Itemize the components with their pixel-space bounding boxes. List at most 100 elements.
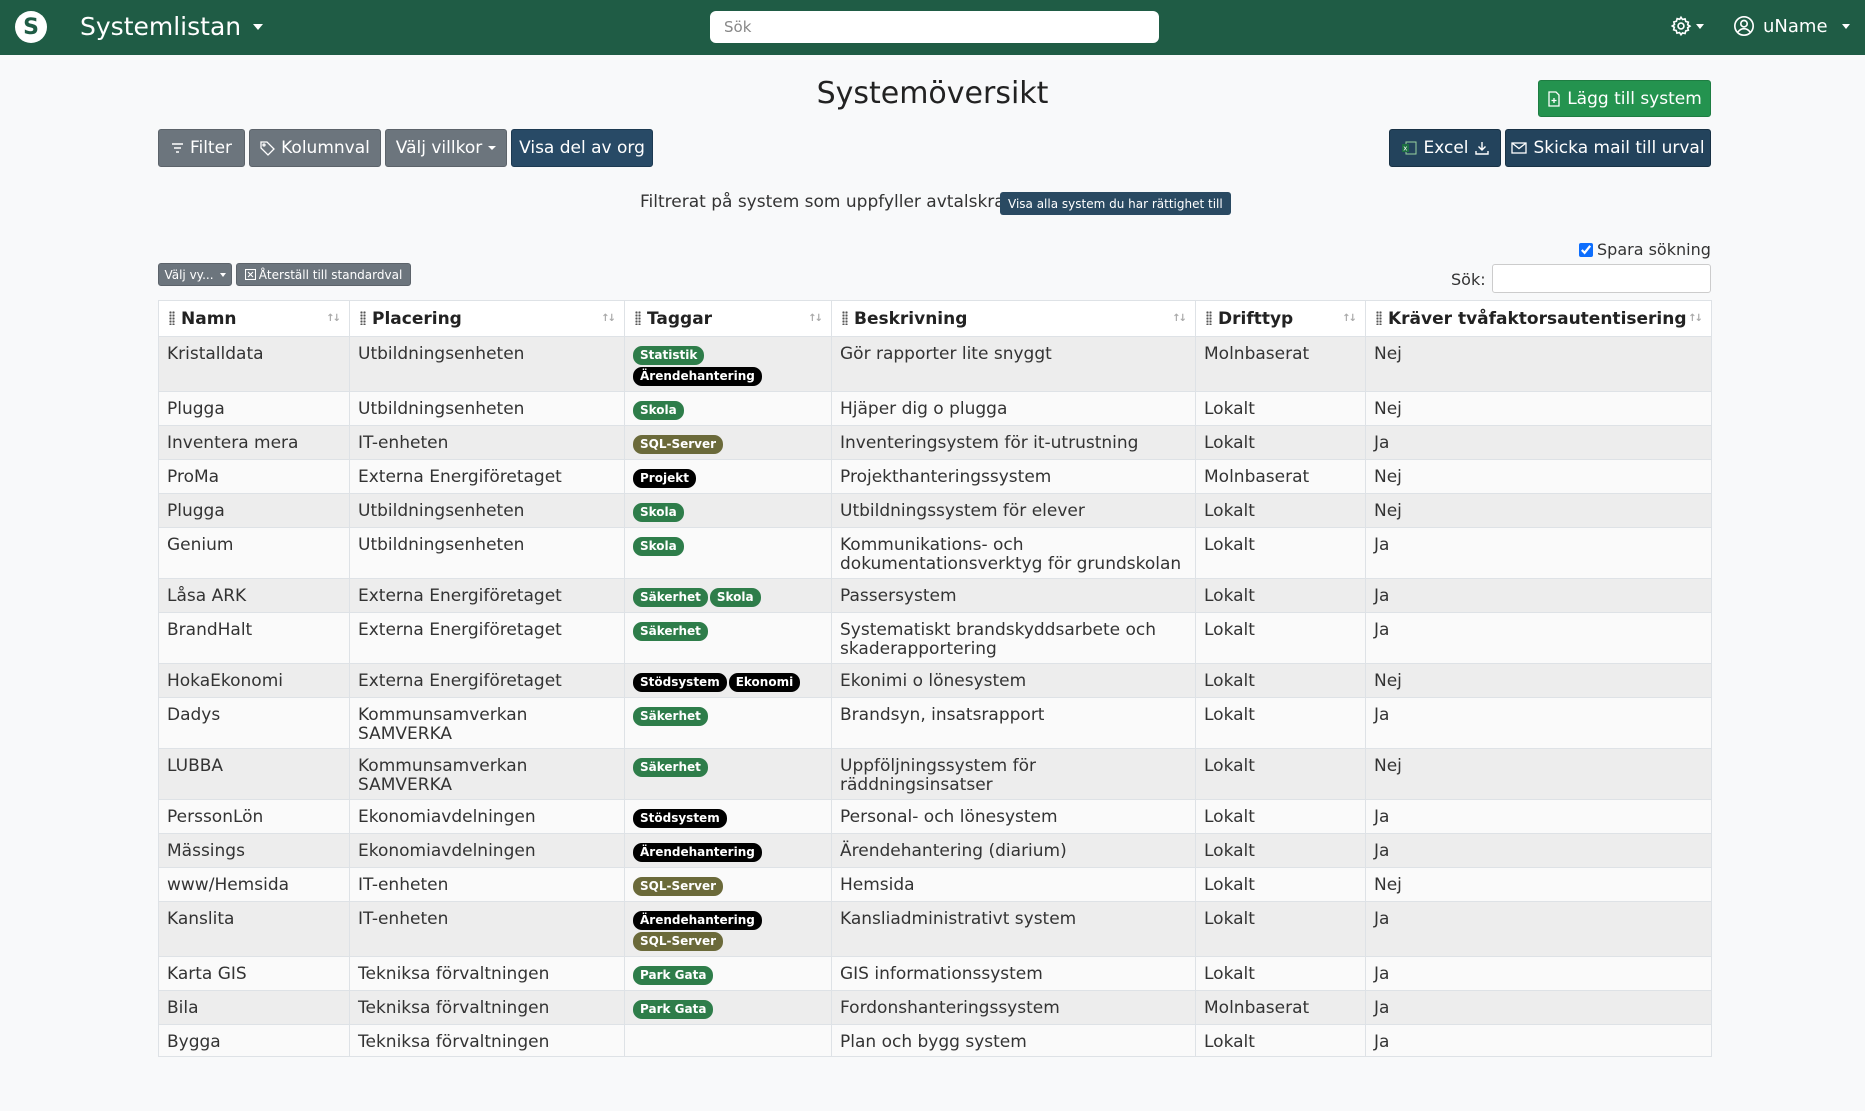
table-search-input[interactable] (1492, 264, 1711, 293)
sort-icon[interactable]: ↑↓ (808, 313, 823, 324)
save-search-checkbox[interactable] (1579, 242, 1593, 257)
table-row[interactable]: Låsa ARK Externa Energiföretaget Säkerhet S… (158, 578, 1712, 613)
sort-icon[interactable]: ↑↓ (326, 313, 341, 324)
conditions-label: Välj villkor (395, 138, 483, 158)
column-header-twofa[interactable]: Kräver tvåfaktorsautentisering ↑↓ (1365, 300, 1712, 337)
cell-name: Plugga (158, 493, 350, 528)
cell-tags (624, 1024, 832, 1057)
cell-place: Tekniksa förvaltningen (349, 1024, 625, 1057)
org-part-button[interactable]: Visa del av org (511, 129, 653, 167)
cell-twofa: Ja (1365, 901, 1712, 957)
column-header-name[interactable]: Namn ↑↓ (158, 300, 350, 337)
table-row[interactable]: ProMa Externa Energiföretaget Projekt Proje… (158, 459, 1712, 494)
drag-handle-icon[interactable] (635, 310, 641, 325)
table-row[interactable]: HokaEkonomi Externa Energiföretaget Stödsy… (158, 663, 1712, 698)
tag-badge: Ekonomi (728, 673, 801, 692)
cell-desc: Utbildningssystem för elever (831, 493, 1196, 528)
drag-handle-icon[interactable] (842, 310, 848, 325)
tag-badge: Säkerhet (633, 622, 708, 641)
table-row[interactable]: Karta GIS Tekniksa förvaltningen Park Gata… (158, 956, 1712, 991)
table-row[interactable]: Bygga Tekniksa förvaltningen Plan och bygg… (158, 1024, 1712, 1057)
cell-tags: Skola (624, 527, 832, 579)
send-mail-button[interactable]: Skicka mail till urval (1505, 129, 1711, 167)
table-row[interactable]: Plugga Utbildningsenheten Skola Utbildnings… (158, 493, 1712, 528)
cell-twofa: Nej (1365, 663, 1712, 698)
column-header-place[interactable]: Placering ↑↓ (349, 300, 625, 337)
cell-twofa: Ja (1365, 578, 1712, 613)
column-select-button[interactable]: Kolumnval (249, 129, 381, 167)
table-row[interactable]: www/Hemsida IT-enheten SQL-Server Hemsida Lo… (158, 867, 1712, 902)
reset-default-button[interactable]: Återställ till standardval (236, 263, 411, 286)
sort-icon[interactable]: ↑↓ (1342, 313, 1357, 324)
table-row[interactable]: Mässings Ekonomiavdelningen Ärendehanterin… (158, 833, 1712, 868)
chevron-down-icon (1841, 23, 1850, 29)
chevron-down-icon (1696, 23, 1704, 29)
column-header-desc[interactable]: Beskrivning ↑↓ (831, 300, 1196, 337)
cell-drift: Lokalt (1195, 612, 1366, 664)
settings-dropdown[interactable] (1670, 15, 1704, 37)
column-header-label: Placering (372, 308, 462, 329)
save-search-label: Spara sökning (1597, 240, 1711, 259)
cell-drift: Lokalt (1195, 578, 1366, 613)
cell-name: ProMa (158, 459, 350, 494)
tag-badge: Projekt (633, 469, 696, 488)
table-row[interactable]: Dadys Kommunsamverkan SAMVERKA Säkerhet Bra… (158, 697, 1712, 749)
cell-name: Genium (158, 527, 350, 579)
cell-tags: Stödsystem Ekonomi (624, 663, 832, 698)
cell-desc: Plan och bygg system (831, 1024, 1196, 1057)
column-header-drift[interactable]: Drifttyp ↑↓ (1195, 300, 1366, 337)
table-row[interactable]: PerssonLön Ekonomiavdelningen Stödsystem Pe… (158, 799, 1712, 834)
systems-table-container: Namn ↑↓ Placering ↑↓ Taggar ↑↓ Beskrivning ↑↓ Dr… (158, 300, 1712, 1057)
cell-desc: Uppföljningssystem för räddningsinsatser (831, 748, 1196, 800)
cell-twofa: Nej (1365, 391, 1712, 426)
cell-name: Mässings (158, 833, 350, 868)
table-row[interactable]: Kanslita IT-enheten Ärendehantering SQL-Ser… (158, 901, 1712, 957)
excel-export-button[interactable]: x Excel (1389, 129, 1501, 167)
cell-twofa: Ja (1365, 799, 1712, 834)
cell-place: Externa Energiföretaget (349, 612, 625, 664)
cell-tags: Statistik Ärendehantering (624, 336, 832, 392)
cell-name: Bila (158, 990, 350, 1025)
cell-drift: Lokalt (1195, 493, 1366, 528)
cell-twofa: Ja (1365, 612, 1712, 664)
filter-button[interactable]: Filter (158, 129, 245, 167)
cell-place: Externa Energiföretaget (349, 459, 625, 494)
cell-name: PerssonLön (158, 799, 350, 834)
app-title-dropdown[interactable]: Systemlistan (80, 12, 264, 41)
choose-view-dropdown[interactable]: Välj vy... (158, 263, 232, 286)
global-search-input[interactable] (710, 11, 1159, 43)
table-row[interactable]: BrandHalt Externa Energiföretaget Säkerhet… (158, 612, 1712, 664)
drag-handle-icon[interactable] (360, 310, 366, 325)
send-mail-label: Skicka mail till urval (1533, 138, 1705, 158)
drag-handle-icon[interactable] (169, 310, 175, 325)
top-navbar: S Systemlistan uName (0, 0, 1865, 55)
column-header-tags[interactable]: Taggar ↑↓ (624, 300, 832, 337)
cell-place: Kommunsamverkan SAMVERKA (349, 748, 625, 800)
table-row[interactable]: Kristalldata Utbildningsenheten Statistik Ä… (158, 336, 1712, 392)
table-row[interactable]: Plugga Utbildningsenheten Skola Hjäper dig … (158, 391, 1712, 426)
table-row[interactable]: Inventera mera IT-enheten SQL-Server Invent… (158, 425, 1712, 460)
drag-handle-icon[interactable] (1376, 310, 1382, 325)
app-logo[interactable]: S (15, 11, 47, 43)
conditions-dropdown-button[interactable]: Välj villkor (385, 129, 507, 167)
table-row[interactable]: LUBBA Kommunsamverkan SAMVERKA Säkerhet Upp… (158, 748, 1712, 800)
cell-drift: Lokalt (1195, 1024, 1366, 1057)
cell-tags: Park Gata (624, 956, 832, 991)
show-all-systems-button[interactable]: Visa alla system du har rättighet till (1000, 192, 1231, 215)
user-menu-dropdown[interactable]: uName (1733, 15, 1850, 37)
sort-icon[interactable]: ↑↓ (1688, 313, 1703, 324)
sort-icon[interactable]: ↑↓ (601, 313, 616, 324)
add-system-button[interactable]: Lägg till system (1538, 80, 1711, 117)
table-row[interactable]: Genium Utbildningsenheten Skola Kommunikati… (158, 527, 1712, 579)
cell-place: Kommunsamverkan SAMVERKA (349, 697, 625, 749)
cell-desc: Kommunikations- och dokumentationsverkty… (831, 527, 1196, 579)
cell-twofa: Nej (1365, 336, 1712, 392)
sort-icon[interactable]: ↑↓ (1172, 313, 1187, 324)
cell-tags: Säkerhet (624, 612, 832, 664)
cell-twofa: Nej (1365, 493, 1712, 528)
save-search-toggle[interactable]: Spara sökning (1579, 240, 1711, 259)
table-body: Kristalldata Utbildningsenheten Statistik Ä… (158, 336, 1712, 1057)
add-system-label: Lägg till system (1567, 88, 1702, 109)
drag-handle-icon[interactable] (1206, 310, 1212, 325)
table-row[interactable]: Bila Tekniksa förvaltningen Park Gata Fordo… (158, 990, 1712, 1025)
